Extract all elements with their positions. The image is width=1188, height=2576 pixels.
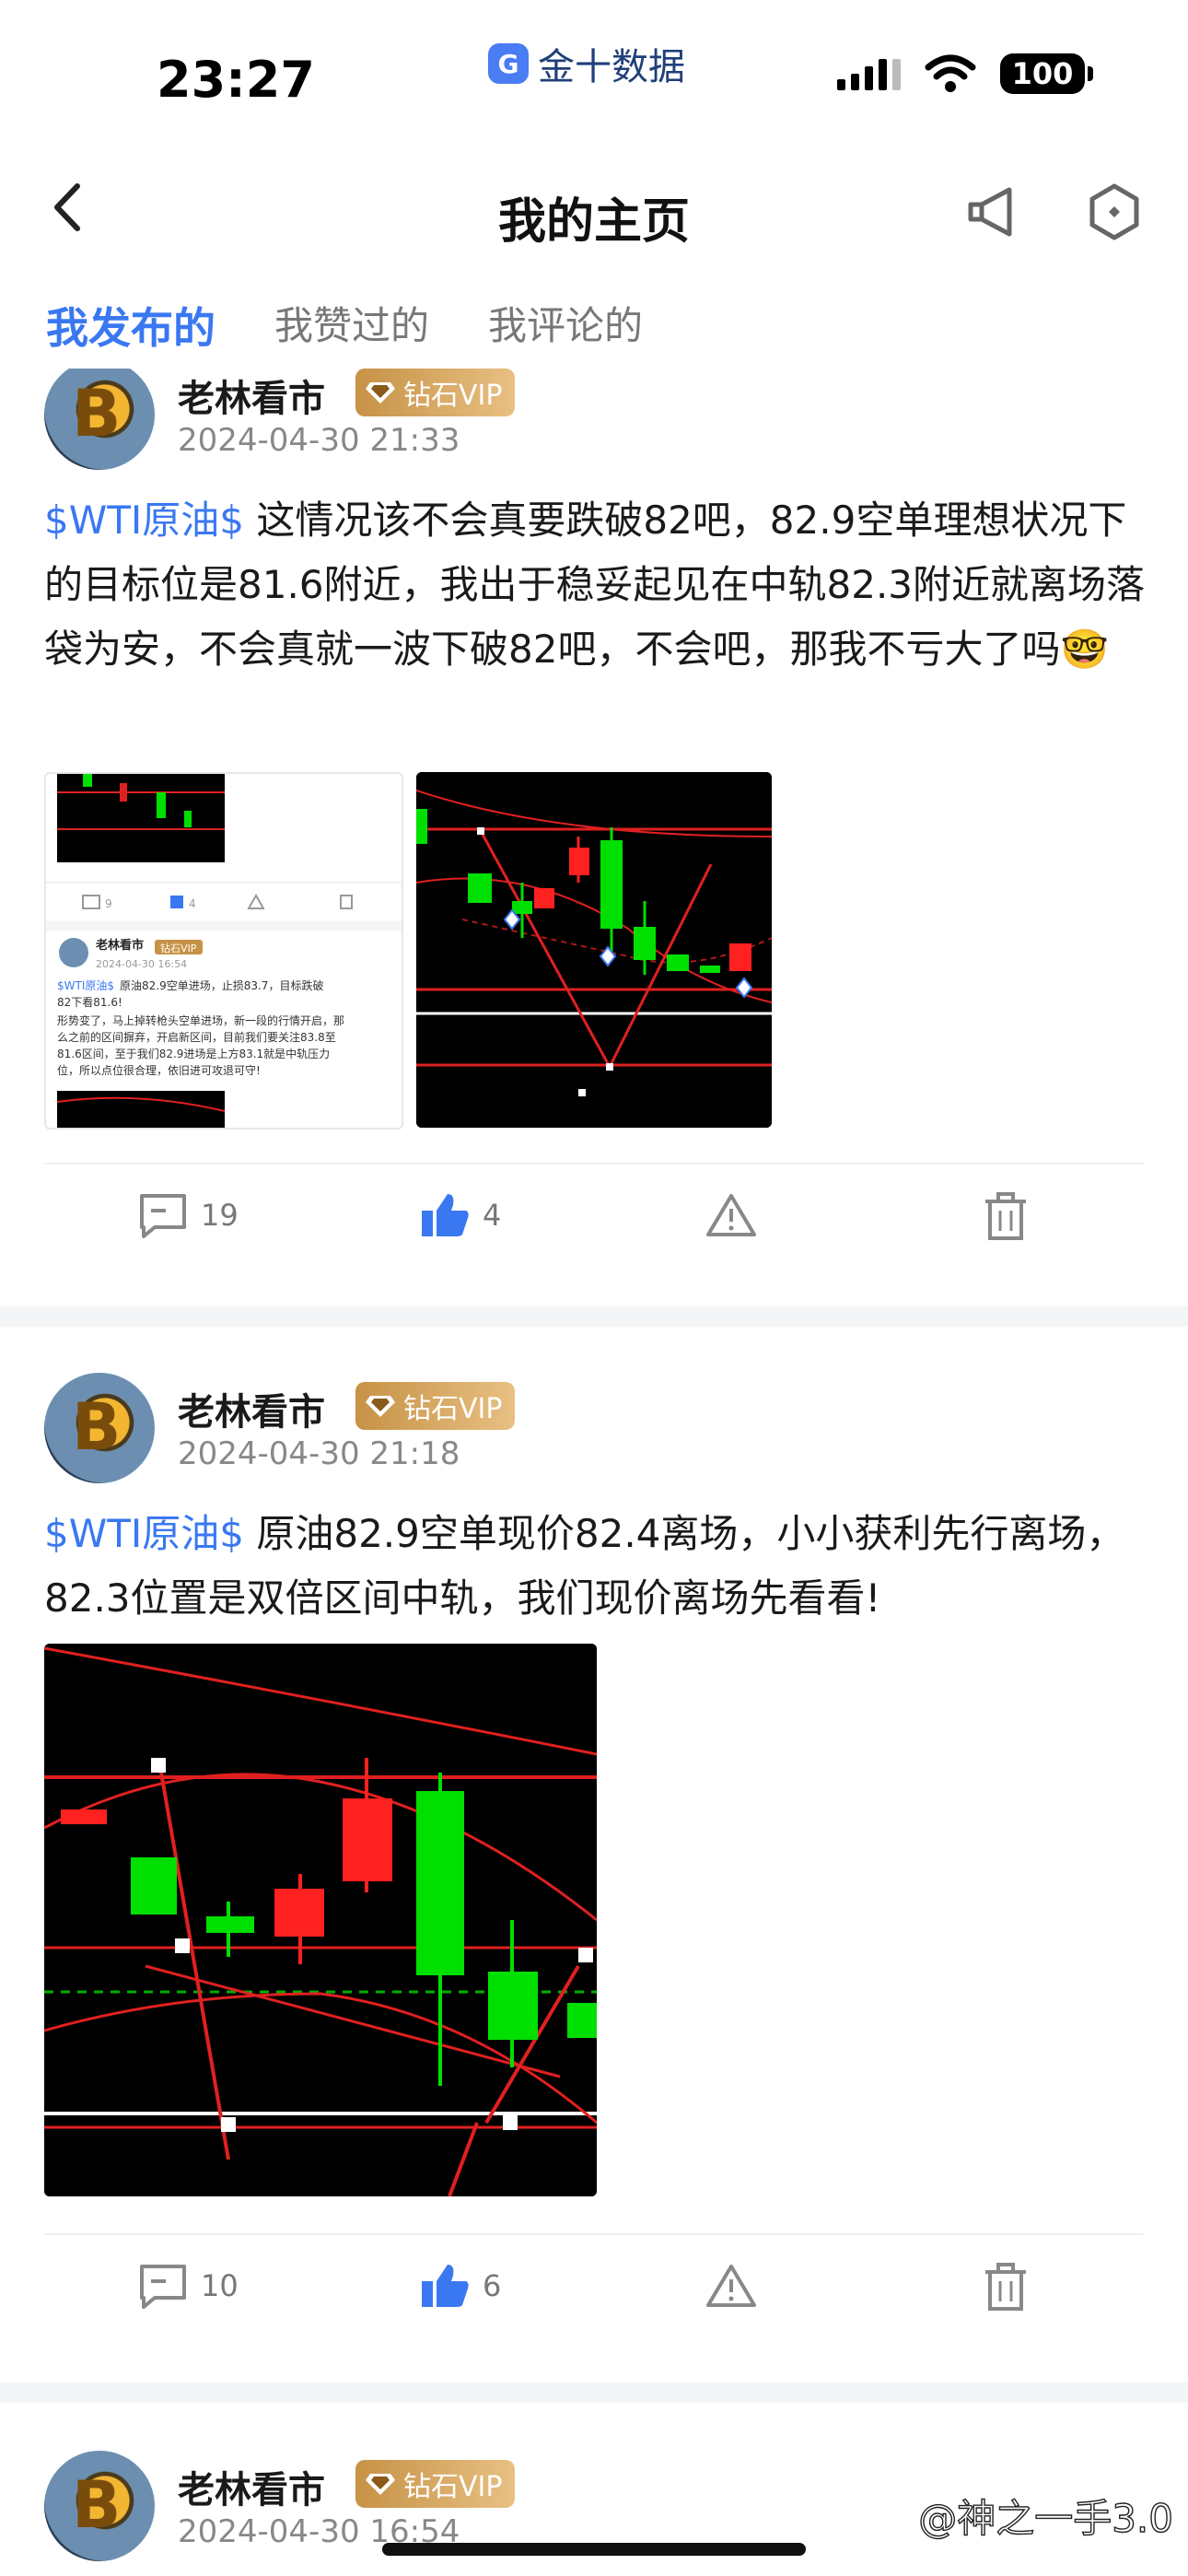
post-text[interactable]: $WTI原油$ 原油82.9空单现价82.4离场，小小获利先行离场，82.3位置…	[44, 1502, 1149, 1631]
like-count: 6	[483, 2268, 502, 2303]
author-name[interactable]: 老林看市	[178, 1382, 325, 1435]
embed-time: 2024-04-30 16:54	[96, 958, 187, 970]
diamond-icon	[366, 382, 395, 404]
settings-button[interactable]	[1077, 175, 1151, 249]
tab-published[interactable]: 我发布的	[46, 295, 215, 370]
vip-badge: 钻石VIP	[355, 1382, 516, 1430]
vip-label: 钻石VIP	[403, 380, 503, 412]
status-bar: 23:27 G 金十数据 100	[0, 0, 1188, 138]
embed-comment-count: 9	[105, 897, 112, 910]
post-separator	[0, 1306, 1188, 1327]
comment-icon	[140, 2265, 186, 2309]
comment-button[interactable]: 10	[138, 2263, 239, 2309]
tab-liked[interactable]: 我赞过的	[274, 295, 429, 370]
watermark: @神之一手3.0	[918, 2495, 1174, 2541]
hashtag-link[interactable]: $WTI原油$	[44, 498, 244, 543]
author-name[interactable]: 老林看市	[178, 2460, 325, 2513]
kline-chart-graphic	[44, 1644, 597, 2196]
vip-badge: 钻石VIP	[355, 2460, 516, 2508]
post-card: B 老林看市 钻石VIP 2024-04-30 21:33 $WTI原油$ 这情…	[0, 369, 1188, 1299]
home-indicator[interactable]	[382, 2543, 806, 2556]
kline-chart-graphic	[416, 772, 772, 1128]
post-image-kline-chart[interactable]	[44, 1644, 597, 2196]
embed-author: 老林看市	[95, 938, 144, 953]
avatar[interactable]: B	[44, 1373, 155, 1483]
post-time: 2024-04-30 21:33	[178, 422, 460, 459]
vip-label: 钻石VIP	[403, 1393, 503, 1425]
like-button[interactable]: 4	[420, 1192, 501, 1238]
vip-badge: 钻石VIP	[355, 369, 516, 416]
warning-icon	[706, 1194, 756, 1236]
embed-text-1: 原油82.9空单进场，止损83.7，目标跌破	[120, 978, 323, 992]
post-actions: 10 6	[0, 2246, 1188, 2338]
post-image-kline-chart[interactable]	[416, 772, 772, 1128]
hashtag-link[interactable]: $WTI原油$	[44, 1511, 244, 1556]
post-image-embedded-post[interactable]: 9 4 老林看市 钻石VIP 2024-04-30 16:54 $WTI原油$ …	[44, 772, 403, 1130]
announce-button[interactable]	[958, 175, 1031, 249]
post-card: B 老林看市 钻石VIP 2024-04-30 21:18 $WTI原油$ 原油…	[0, 1373, 1188, 2359]
battery-icon: 100	[1000, 53, 1093, 94]
tab-commented[interactable]: 我评论的	[488, 295, 643, 370]
megaphone-icon	[968, 187, 1012, 237]
embed-text-2a: 形势变了，马上掉转枪头空单进场，新一段的行情开启，那	[57, 1013, 344, 1027]
trash-icon	[985, 2263, 1026, 2311]
embed-text-2b: 么之前的区间摒弃，开启新区间，目前我们要关注83.8至	[57, 1030, 336, 1044]
hexagon-settings-icon	[1089, 183, 1139, 240]
comment-button[interactable]: 19	[138, 1192, 239, 1238]
diamond-icon	[366, 1396, 395, 1417]
post-feed[interactable]: B 老林看市 钻石VIP 2024-04-30 21:33 $WTI原油$ 这情…	[0, 369, 1188, 2576]
embed-like-count: 4	[189, 897, 196, 910]
battery-level: 100	[1011, 56, 1074, 91]
thumbs-up-icon	[422, 1194, 469, 1236]
delete-button[interactable]	[984, 2263, 1028, 2311]
vip-label: 钻石VIP	[403, 2471, 503, 2503]
nav-bar: 我的主页	[0, 157, 1188, 267]
embed-text-2c: 81.6区间，至于我们82.9进场是上方83.1就是中轨压力	[57, 1047, 330, 1060]
embed-text-1b: 82下看81.6!	[57, 996, 122, 1009]
avatar[interactable]: B	[44, 369, 155, 470]
author-name[interactable]: 老林看市	[178, 369, 325, 422]
comment-count: 19	[201, 1198, 239, 1233]
cellular-signal-icon	[837, 57, 901, 90]
post-time: 2024-04-30 21:18	[178, 1435, 460, 1472]
app-indicator[interactable]: G 金十数据	[488, 37, 685, 90]
status-time: 23:27	[157, 51, 315, 109]
like-button[interactable]: 6	[420, 2263, 501, 2309]
trash-icon	[985, 1192, 1026, 1240]
delete-button[interactable]	[984, 1192, 1028, 1240]
author-row[interactable]: B 老林看市 钻石VIP 2024-04-30 21:18	[44, 1373, 1149, 1493]
comment-icon	[140, 1194, 186, 1238]
post-text[interactable]: $WTI原油$ 这情况该不会真要跌破82吧，82.9空单理想状况下的目标位是81…	[44, 488, 1149, 682]
thumbs-up-icon	[422, 2265, 469, 2307]
divider	[44, 1163, 1144, 1165]
author-row[interactable]: B 老林看市 钻石VIP 2024-04-30 21:33	[44, 369, 1149, 479]
app-name: 金十数据	[538, 46, 685, 88]
report-button[interactable]	[705, 1192, 757, 1238]
embed-vip: 钻石VIP	[160, 942, 197, 954]
comment-count: 10	[201, 2268, 239, 2303]
embedded-post-thumbnail: 9 4 老林看市 钻石VIP 2024-04-30 16:54 $WTI原油$ …	[46, 774, 402, 1128]
report-button[interactable]	[705, 2263, 757, 2309]
post-actions: 19 4	[0, 1176, 1188, 1268]
embed-tag: $WTI原油$	[57, 979, 114, 992]
diamond-icon	[366, 2474, 395, 2495]
profile-tabs: 我发布的 我赞过的 我评论的	[46, 295, 643, 370]
like-count: 4	[483, 1198, 502, 1233]
wifi-icon	[925, 54, 976, 92]
app-logo-icon: G	[488, 43, 529, 84]
back-button[interactable]	[37, 175, 101, 240]
avatar[interactable]: B	[44, 2451, 155, 2561]
divider	[44, 2233, 1144, 2235]
chevron-left-icon	[54, 183, 80, 231]
post-separator	[0, 2383, 1188, 2403]
embed-text-2d: 位，所以点位很合理，依旧进可攻退可守!	[57, 1063, 261, 1077]
warning-icon	[706, 2265, 756, 2307]
system-icons: 100	[837, 53, 1093, 94]
